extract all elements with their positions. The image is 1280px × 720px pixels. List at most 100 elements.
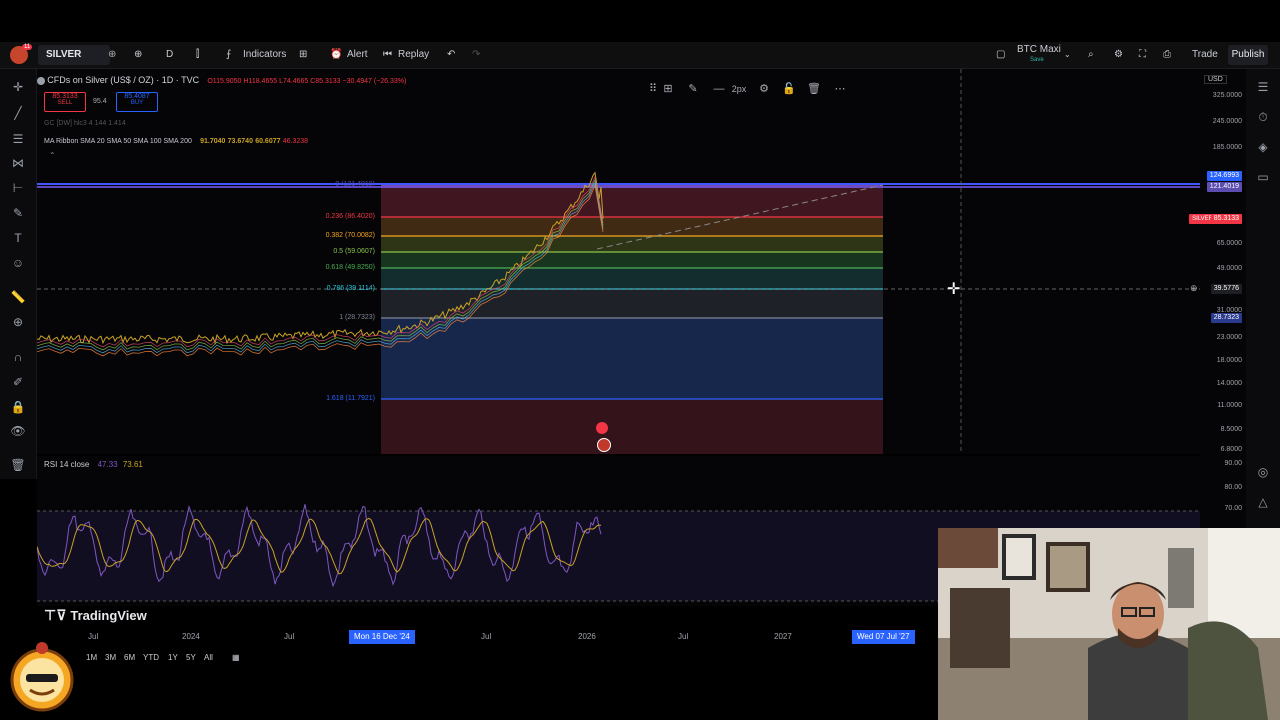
price-tick: 6.8000: [1220, 446, 1242, 453]
snapshot-icon[interactable]: ⎙: [1163, 42, 1171, 68]
line-width[interactable]: 2px: [727, 81, 751, 97]
calendar-icon[interactable]: ▦: [232, 653, 240, 662]
price-tick: 65.0000: [1216, 240, 1242, 247]
crosshair-cursor-icon: ✛: [947, 281, 961, 298]
redo-icon[interactable]: ↷: [472, 42, 480, 68]
chart-title-text[interactable]: CFDs on Silver (US$ / OZ) · 1D · TVC: [47, 75, 199, 85]
main-chart-pane[interactable]: CFDs on Silver (US$ / OZ) · 1D · TVC O11…: [37, 69, 1200, 454]
event-marker-icon[interactable]: [596, 422, 608, 434]
settings-icon[interactable]: ⚙: [756, 81, 772, 97]
rsi-legend[interactable]: RSI 14 close 47.33 73.61: [44, 460, 143, 469]
text-icon[interactable]: T: [10, 230, 26, 246]
price-tick: 325.0000: [1212, 92, 1242, 99]
lock-drawings-icon[interactable]: ✐: [10, 374, 26, 390]
rsi-tick: 80.00: [1224, 484, 1242, 491]
add-symbol-icon[interactable]: ⊕: [134, 42, 142, 68]
range-button[interactable]: 1Y: [168, 653, 178, 662]
channel-badge-logo: [10, 642, 74, 712]
settings-icon[interactable]: ⚙: [1114, 42, 1123, 68]
chat-icon[interactable]: ▭: [1255, 169, 1271, 185]
drag-handle-icon[interactable]: ⠿: [645, 81, 661, 97]
publish-button[interactable]: Publish: [1228, 45, 1268, 65]
alerts-icon[interactable]: ⏱: [1255, 109, 1271, 125]
interval-button[interactable]: D: [166, 42, 173, 68]
more-icon[interactable]: ⋯: [832, 81, 848, 97]
replay-button[interactable]: Replay: [398, 42, 429, 68]
webcam-overlay: [938, 528, 1280, 720]
time-tick: 2026: [578, 632, 596, 641]
fib-zone: [381, 252, 883, 268]
trendline-icon[interactable]: ╱: [10, 105, 26, 121]
line-style-icon[interactable]: —: [711, 81, 727, 97]
fullscreen-icon[interactable]: ⛶: [1139, 42, 1146, 68]
main-chart-canvas[interactable]: [37, 69, 1200, 454]
range-button[interactable]: 6M: [124, 653, 135, 662]
currency-select[interactable]: USD: [1204, 75, 1227, 84]
cursor-time-start: Mon 16 Dec '24: [349, 630, 415, 644]
alert-icon[interactable]: ⏰: [330, 42, 342, 68]
fib-label[interactable]: 1.618 (11.7921): [275, 395, 375, 402]
brush-icon[interactable]: ✎: [10, 205, 26, 221]
buy-button[interactable]: 85.4087 BUY: [116, 92, 158, 112]
ruler-icon[interactable]: 📏: [10, 289, 26, 305]
compare-icon[interactable]: ⊕: [108, 45, 116, 65]
add-alert-icon[interactable]: ⊕: [1190, 283, 1198, 294]
fib-label[interactable]: 1 (28.7323): [275, 314, 375, 321]
symbol-search[interactable]: SILVER ⊕: [38, 45, 116, 65]
crosshair-icon[interactable]: ✛: [10, 79, 26, 95]
replay-icon[interactable]: ⏮: [383, 42, 392, 68]
chevron-down-icon[interactable]: ⌄: [1064, 42, 1071, 68]
range-button[interactable]: 1M: [86, 653, 97, 662]
fib-label[interactable]: 0.5 (59.0607): [275, 248, 375, 255]
undo-icon[interactable]: ↶: [447, 42, 455, 68]
template-icon[interactable]: ⊞: [660, 81, 676, 97]
rsi-tick: 90.00: [1224, 460, 1242, 467]
price-label-last: 85.3133: [1210, 214, 1242, 224]
fib-label[interactable]: 0.618 (49.8250): [275, 264, 375, 271]
templates-icon[interactable]: ⊞: [299, 42, 307, 68]
layers-icon[interactable]: ◈: [1255, 139, 1271, 155]
fib-label[interactable]: 0.786 (39.1114): [275, 285, 375, 292]
indicators-button[interactable]: Indicators: [243, 42, 286, 68]
ma-ribbon-legend[interactable]: MA Ribbon SMA 20 SMA 50 SMA 100 SMA 200 …: [44, 136, 308, 145]
pencil-icon[interactable]: ✎: [685, 81, 701, 97]
zoom-icon[interactable]: ⊕: [10, 314, 26, 330]
rsi-tick: 70.00: [1224, 505, 1242, 512]
fib-retracement-icon[interactable]: ☰: [10, 131, 26, 147]
event-marker-icon[interactable]: [597, 438, 611, 452]
tradingview-logo-text: TradingView: [70, 608, 147, 623]
magnet-icon[interactable]: ∩: [10, 349, 26, 365]
lock-icon[interactable]: 🔓: [781, 81, 797, 97]
eye-icon[interactable]: 👁: [10, 423, 26, 439]
collapse-legend-icon[interactable]: ⌃: [49, 151, 56, 160]
buy-price: 85.4087: [124, 93, 150, 100]
lock-icon[interactable]: 🔒: [10, 399, 26, 415]
trash-icon[interactable]: 🗑: [806, 81, 822, 97]
emoji-icon[interactable]: ☺: [10, 255, 26, 271]
range-button[interactable]: All: [204, 653, 213, 662]
fib-label[interactable]: 0.382 (70.0082): [275, 232, 375, 239]
fib-zone: [381, 217, 883, 236]
trash-icon[interactable]: 🗑: [10, 457, 26, 473]
secondary-legend[interactable]: GC [DW] hlc3 4 144 1.414: [44, 120, 126, 127]
trade-button[interactable]: Trade: [1192, 42, 1218, 68]
range-button[interactable]: 3M: [105, 653, 116, 662]
fib-label[interactable]: 0 (121.4019): [275, 181, 375, 188]
chart-type-icon[interactable]: ⫿: [196, 42, 199, 68]
range-button[interactable]: 5Y: [186, 653, 196, 662]
ma-value: 91.7040: [200, 138, 226, 145]
indicators-icon[interactable]: ⨍: [226, 42, 231, 68]
quick-search-icon[interactable]: ⌕: [1088, 42, 1094, 68]
range-button[interactable]: YTD: [143, 653, 159, 662]
pattern-icon[interactable]: ⋈: [10, 155, 26, 171]
drawing-toolbar: ✛ ╱ ☰ ⋈ ⊢ ✎ T ☺ 📏 ⊕ ∩ ✐ 🔒 👁 🗑: [0, 69, 37, 479]
layout-select-icon[interactable]: ▢: [996, 42, 1005, 68]
fib-label[interactable]: 0.236 (86.4020): [275, 213, 375, 220]
alert-button[interactable]: Alert: [347, 42, 368, 68]
watchlist-icon[interactable]: ☰: [1255, 79, 1271, 95]
time-tick: Jul: [88, 632, 99, 641]
projection-icon[interactable]: ⊢: [10, 180, 26, 196]
sell-button[interactable]: 85.3133 SELL: [44, 92, 86, 112]
target-icon[interactable]: ◎: [1255, 464, 1271, 480]
ideas-icon[interactable]: △: [1255, 494, 1271, 510]
